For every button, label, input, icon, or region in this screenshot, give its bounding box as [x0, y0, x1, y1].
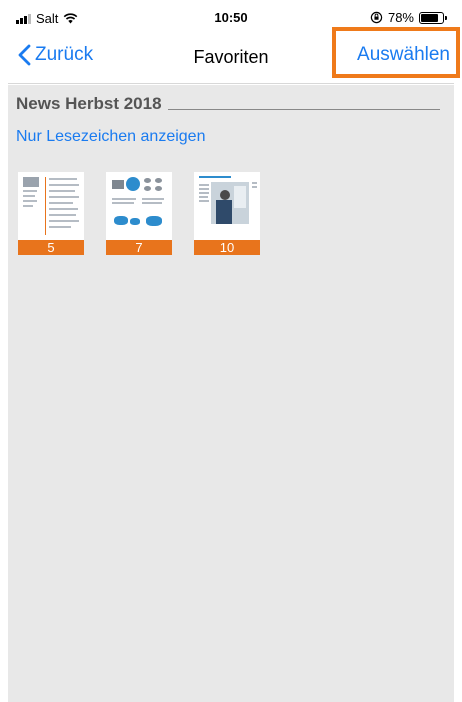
chevron-left-icon [18, 44, 31, 66]
page-preview-image [18, 172, 84, 240]
battery-percent: 78% [387, 10, 414, 25]
status-right: 78% [370, 10, 447, 25]
page-number-badge: 10 [194, 240, 260, 255]
show-bookmarks-link[interactable]: Nur Lesezeichen anzeigen [16, 128, 205, 146]
back-label: Zurück [35, 44, 94, 65]
page-preview-image [106, 172, 172, 240]
battery-icon [419, 11, 447, 24]
navigation-bar: Zurück Favoriten Auswählen [8, 32, 454, 84]
favorites-content: News Herbst 2018 Nur Lesezeichen anzeige… [8, 85, 454, 702]
page-number-badge: 5 [18, 240, 84, 255]
select-button[interactable]: Auswählen [351, 44, 454, 66]
orientation-lock-icon [370, 11, 383, 24]
section-title: News Herbst 2018 [16, 94, 162, 113]
thumbnail-row: 5 7 10 [18, 172, 260, 255]
app-screen: Salt 10:50 78% Zurück Favoriten Auswähle… [0, 0, 462, 702]
page-thumbnail[interactable]: 10 [194, 172, 260, 255]
page-number-badge: 7 [106, 240, 172, 255]
status-bar: Salt 10:50 78% [8, 0, 454, 32]
section-header: News Herbst 2018 [16, 94, 440, 114]
page-thumbnail[interactable]: 5 [18, 172, 84, 255]
page-preview-image [194, 172, 260, 240]
page-thumbnail[interactable]: 7 [106, 172, 172, 255]
section-divider [167, 108, 440, 110]
back-button[interactable]: Zurück [18, 44, 93, 66]
